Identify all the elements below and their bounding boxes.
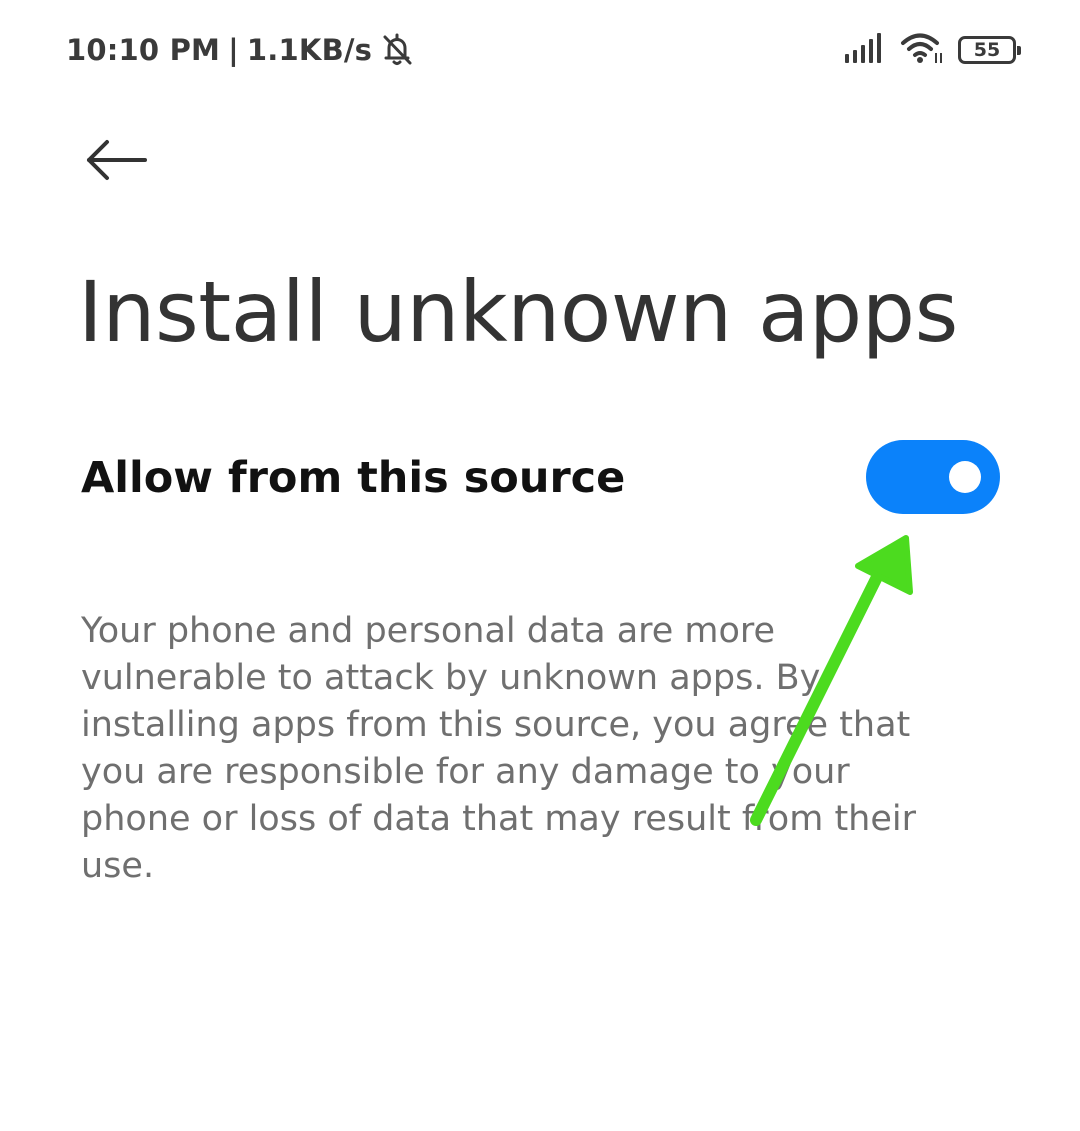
signal-icon: [844, 32, 886, 69]
green-arrow-icon: [750, 535, 913, 826]
arrow-left-icon: [87, 140, 147, 180]
status-bar: 10:10 PM | 1.1KB/s 55: [0, 0, 1080, 100]
back-button[interactable]: [80, 130, 152, 190]
toggle-knob: [949, 461, 981, 493]
warning-description: Your phone and personal data are more vu…: [81, 611, 916, 886]
bell-off-icon: [380, 32, 414, 68]
status-left: 10:10 PM | 1.1KB/s: [66, 28, 414, 72]
page-title: Install unknown apps: [78, 263, 958, 361]
battery-level: 55: [973, 39, 1001, 61]
status-time: 10:10 PM: [66, 33, 221, 67]
status-right: 55: [844, 30, 1021, 70]
wifi-icon: [900, 31, 944, 70]
allow-source-toggle[interactable]: [866, 440, 1000, 514]
allow-source-setting-row[interactable]: Allow from this source: [0, 430, 1080, 526]
network-speed: 1.1KB/s: [246, 33, 373, 67]
battery-icon: 55: [958, 36, 1021, 64]
setting-label: Allow from this source: [81, 453, 626, 503]
status-separator: |: [228, 33, 239, 67]
